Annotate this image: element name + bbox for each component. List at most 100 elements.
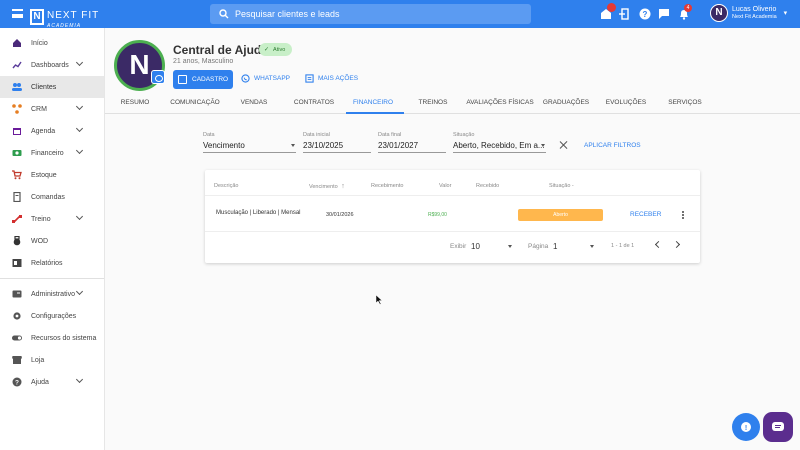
sidebar-divider (0, 278, 104, 279)
user-company: Next Fit Academia (732, 13, 777, 20)
start-date-underline (303, 152, 371, 153)
sidebar-item-administrativo[interactable]: Administrativo (0, 283, 104, 305)
sidebar-item-loja[interactable]: Loja (0, 349, 104, 371)
logo[interactable]: N NEXT FIT ACADEMIA (30, 5, 99, 29)
sidebar-item-dashboards[interactable]: Dashboards (0, 54, 104, 76)
tab-comunicacao[interactable]: COMUNICAÇÃO (170, 99, 219, 106)
sidebar-item-recursos-do-sistema[interactable]: Recursos do sistema (0, 327, 104, 349)
help-icon: ? (12, 377, 22, 387)
sidebar-item-crm[interactable]: CRM (0, 98, 104, 120)
chevron-down-icon (75, 146, 84, 155)
receber-button[interactable]: RECEBER (630, 211, 661, 218)
chevron-down-icon (75, 212, 84, 221)
sidebar-item-label: Início (31, 39, 48, 47)
apply-filters-button[interactable]: APLICAR FILTROS (584, 142, 641, 149)
sidebar-item-inicio[interactable]: Início (0, 32, 104, 54)
end-date-input[interactable]: 23/01/2027 (378, 141, 418, 150)
tab-contratos[interactable]: CONTRATOS (294, 99, 334, 106)
sidebar-item-agenda[interactable]: Agenda (0, 120, 104, 142)
profile-tabs: RESUMO COMUNICAÇÃO VENDAS CONTRATOS FINA… (105, 94, 800, 114)
filter-data-select[interactable]: Vencimento (203, 141, 245, 150)
id-card-icon (12, 290, 22, 298)
chat-icon[interactable] (658, 8, 670, 20)
cadastro-label: CADASTRO (192, 76, 229, 83)
status-badge: ✓ Ativo (259, 43, 293, 56)
sidebar-item-label: Recursos do sistema (31, 334, 97, 342)
start-date-input[interactable]: 23/10/2025 (303, 141, 343, 150)
people-icon (12, 83, 22, 91)
tab-avaliacoes[interactable]: AVALIAÇÕES FÍSICAS (466, 99, 533, 106)
col-descricao: Descrição (214, 183, 239, 189)
row-descricao: Musculação | Liberado | Mensal (216, 210, 301, 216)
sidebar-item-label: Loja (31, 356, 45, 364)
mouse-cursor-icon (376, 295, 383, 305)
sidebar-item-treino[interactable]: Treino (0, 208, 104, 230)
sidebar-item-relatorios[interactable]: Relatórios (0, 252, 104, 274)
filter-final-label: Data final (378, 132, 402, 138)
user-menu[interactable]: N Lucas Oliverio Next Fit Academia ▾ (710, 4, 787, 22)
money-icon (12, 150, 22, 156)
help-icon[interactable]: ? (639, 8, 651, 20)
situacao-select[interactable]: Aberto, Recebido, Em a... (453, 141, 545, 150)
col-recebido: Recebido (476, 183, 500, 189)
col-vencimento-label: Vencimento (309, 184, 338, 190)
sidebar-item-configuracoes[interactable]: Configurações (0, 305, 104, 327)
cadastro-button[interactable]: CADASTRO (173, 70, 233, 89)
tab-resumo[interactable]: RESUMO (121, 99, 150, 106)
sidebar-item-label: Agenda (31, 127, 56, 135)
dumbbell-icon (12, 215, 22, 223)
menu-icon[interactable] (12, 9, 23, 18)
chevron-down-icon (75, 375, 84, 384)
sidebar-item-wod[interactable]: WOD (0, 230, 104, 252)
tab-treinos[interactable]: TREINOS (419, 99, 448, 106)
sidebar-item-estoque[interactable]: Estoque (0, 164, 104, 186)
filter-data-label: Data (203, 132, 215, 138)
page-size-label: Exibir (450, 243, 467, 250)
page-range: 1 - 1 de 1 (611, 243, 635, 249)
more-actions-button[interactable]: MAIS AÇÕES (305, 74, 358, 83)
col-recebimento: Recebimento (371, 183, 404, 189)
kettlebell-icon (13, 236, 21, 246)
client-info: 21 anos, Masculino (173, 58, 234, 65)
receipt-icon (13, 192, 21, 202)
sidebar-item-label: Clientes (31, 83, 57, 91)
sidebar-item-label: WOD (31, 237, 49, 245)
more-vert-icon[interactable] (682, 211, 684, 219)
gear-icon (13, 312, 21, 320)
page-select[interactable]: 1 (553, 242, 557, 251)
tab-graduacoes[interactable]: GRADUAÇÕES (543, 99, 589, 106)
cart-icon (12, 170, 22, 180)
row-divider (205, 231, 700, 232)
col-vencimento[interactable]: Vencimento ↑ (309, 183, 345, 190)
search-input[interactable]: Pesquisar clientes e leads (210, 4, 531, 24)
avatar: N (710, 4, 728, 22)
tab-servicos[interactable]: SERVIÇOS (668, 99, 701, 106)
sidebar-item-label: Comandas (31, 193, 65, 201)
sidebar-item-clientes[interactable]: Clientes (0, 76, 104, 98)
arrow-up-icon: ↑ (341, 183, 345, 190)
home-icon (13, 39, 21, 47)
tab-vendas[interactable]: VENDAS (241, 99, 268, 106)
chat-fab[interactable] (763, 412, 793, 442)
chat-bubble-icon (772, 422, 784, 431)
clear-filters-icon[interactable] (559, 140, 569, 150)
sidebar-item-label: Estoque (31, 171, 57, 179)
page-size-select[interactable]: 10 (471, 242, 480, 251)
header-divider (205, 195, 700, 196)
sidebar-item-comandas[interactable]: Comandas (0, 186, 104, 208)
sidebar-item-financeiro[interactable]: Financeiro (0, 142, 104, 164)
sidebar-item-ajuda[interactable]: ? Ajuda (0, 371, 104, 393)
end-date-underline (378, 152, 446, 153)
col-situacao: Situação - (549, 183, 574, 189)
sidebar-item-label: Relatórios (31, 259, 63, 267)
logo-text: NEXT FIT (47, 10, 100, 21)
tab-evolucoes[interactable]: EVOLUÇÕES (606, 99, 646, 106)
tab-indicator (346, 112, 404, 114)
whatsapp-button[interactable]: WHATSAPP (241, 74, 290, 83)
page-label: Página (528, 243, 549, 250)
camera-icon[interactable] (151, 70, 165, 84)
exit-door-icon[interactable] (619, 8, 631, 20)
tab-financeiro[interactable]: FINANCEIRO (353, 99, 393, 106)
help-fab[interactable]: ! (732, 413, 760, 441)
client-name: Central de Ajuda (173, 43, 268, 57)
